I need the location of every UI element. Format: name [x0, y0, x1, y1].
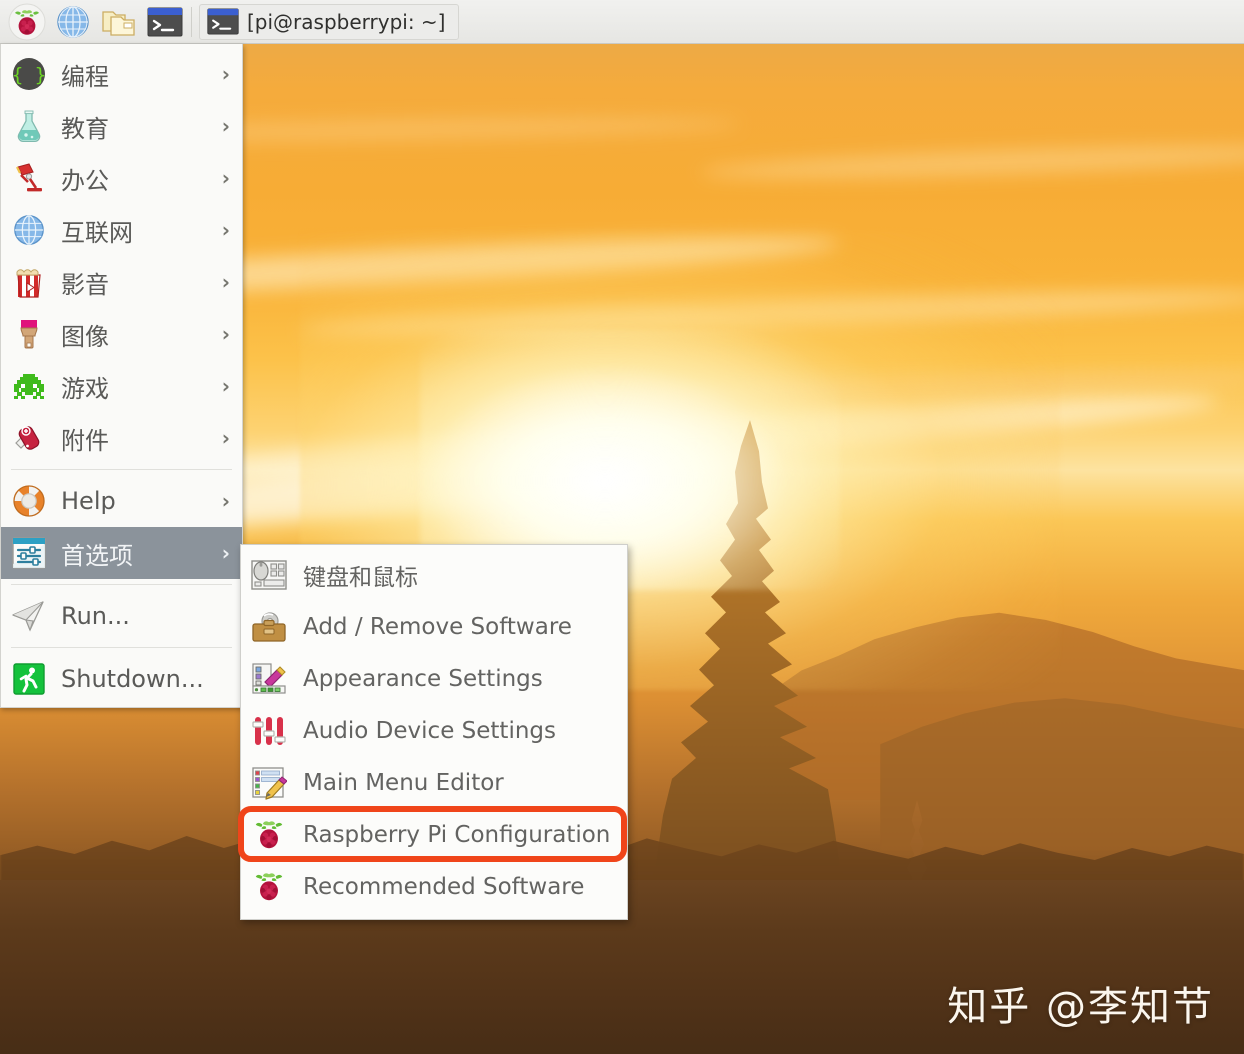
taskbar: [pi@raspberrypi: ~] — [0, 0, 1244, 44]
menu-item-internet[interactable]: 互联网 › — [1, 204, 242, 256]
terminal-icon[interactable] — [142, 2, 188, 42]
submenu-item-recommended-software[interactable]: Recommended Software — [241, 861, 627, 913]
raspberry-icon — [249, 815, 289, 855]
menu-item-label: Help — [61, 487, 116, 515]
appearance-settings-icon — [249, 659, 289, 699]
main-menu: { } 编程 › 教育 › 办公 › 互联网 › 影音 › 图像 › 游戏 › … — [0, 44, 243, 708]
menu-item-education[interactable]: 教育 › — [1, 100, 242, 152]
window-task-button[interactable]: [pi@raspberrypi: ~] — [199, 3, 459, 40]
chevron-right-icon: › — [221, 322, 230, 346]
chevron-right-icon: › — [221, 270, 230, 294]
submenu-item-keyboard-mouse[interactable]: 键盘和鼠标 — [241, 549, 627, 601]
menu-separator — [11, 647, 232, 648]
menu-item-label: 图像 — [61, 322, 109, 351]
menu-item-office[interactable]: 办公 › — [1, 152, 242, 204]
programming-icon: { } — [9, 54, 49, 94]
raspberry-menu-icon[interactable] — [4, 2, 50, 42]
submenu-item-label: Recommended Software — [303, 874, 585, 900]
taskbar-separator — [191, 6, 192, 37]
chevron-right-icon: › — [221, 426, 230, 450]
menu-item-label: 附件 — [61, 426, 109, 455]
submenu-item-label: Appearance Settings — [303, 666, 543, 692]
preferences-icon — [9, 533, 49, 573]
office-icon — [9, 158, 49, 198]
add-remove-software-icon — [249, 607, 289, 647]
shutdown-icon — [9, 659, 49, 699]
help-icon — [9, 481, 49, 521]
chevron-right-icon: › — [221, 166, 230, 190]
main-menu-editor-icon — [249, 763, 289, 803]
chevron-right-icon: › — [221, 374, 230, 398]
menu-item-programming[interactable]: { } 编程 › — [1, 48, 242, 100]
menu-separator — [11, 469, 232, 470]
menu-item-accessories[interactable]: 附件 › — [1, 412, 242, 464]
chevron-right-icon: › — [221, 218, 230, 242]
menu-item-label: 首选项 — [61, 541, 133, 570]
submenu-item-label: Audio Device Settings — [303, 718, 556, 744]
audio-device-icon — [249, 711, 289, 751]
desktop-screen: [pi@raspberrypi: ~] { } 编程 › 教育 › 办公 › 互… — [0, 0, 1244, 1054]
submenu-item-label: Raspberry Pi Configuration — [303, 822, 611, 848]
submenu-item-label: Main Menu Editor — [303, 770, 504, 796]
menu-item-shutdown[interactable]: Shutdown... — [1, 653, 242, 705]
menu-item-media[interactable]: 影音 › — [1, 256, 242, 308]
submenu-item-label: Add / Remove Software — [303, 614, 572, 640]
games-icon — [9, 366, 49, 406]
menu-item-graphics[interactable]: 图像 › — [1, 308, 242, 360]
menu-item-label: 编程 — [61, 62, 109, 91]
submenu-item-add-remove-software[interactable]: Add / Remove Software — [241, 601, 627, 653]
file-manager-icon[interactable] — [96, 2, 142, 42]
submenu-item-audio-device-settings[interactable]: Audio Device Settings — [241, 705, 627, 757]
chevron-right-icon: › — [221, 114, 230, 138]
menu-item-games[interactable]: 游戏 › — [1, 360, 242, 412]
preferences-submenu: 键盘和鼠标 Add / Remove Software Appearance S… — [240, 544, 628, 920]
internet-icon — [9, 210, 49, 250]
run-icon — [9, 596, 49, 636]
menu-item-label: 互联网 — [61, 218, 133, 247]
keyboard-mouse-icon — [249, 555, 289, 595]
education-icon — [9, 106, 49, 146]
menu-item-preferences[interactable]: 首选项 › — [1, 527, 242, 579]
raspberry-icon — [249, 867, 289, 907]
menu-item-help[interactable]: Help › — [1, 475, 242, 527]
window-task-title: [pi@raspberrypi: ~] — [247, 9, 446, 34]
menu-item-label: 办公 — [61, 166, 109, 195]
terminal-icon — [207, 8, 239, 35]
menu-item-label: 游戏 — [61, 374, 109, 403]
media-icon — [9, 262, 49, 302]
accessories-icon — [9, 418, 49, 458]
menu-item-label: 教育 — [61, 114, 109, 143]
submenu-item-raspberry-pi-configuration[interactable]: Raspberry Pi Configuration — [241, 809, 627, 861]
svg-text:{ }: { } — [12, 64, 46, 86]
menu-item-label: 影音 — [61, 270, 109, 299]
submenu-item-main-menu-editor[interactable]: Main Menu Editor — [241, 757, 627, 809]
chevron-right-icon: › — [221, 541, 230, 565]
submenu-item-appearance-settings[interactable]: Appearance Settings — [241, 653, 627, 705]
menu-separator — [11, 584, 232, 585]
web-browser-icon[interactable] — [50, 2, 96, 42]
menu-item-label: Shutdown... — [61, 665, 204, 693]
menu-item-run[interactable]: Run... — [1, 590, 242, 642]
chevron-right-icon: › — [221, 62, 230, 86]
chevron-right-icon: › — [221, 489, 230, 513]
menu-item-label: Run... — [61, 602, 130, 630]
submenu-item-label: 键盘和鼠标 — [303, 565, 418, 591]
watermark: 知乎 @李知节 — [947, 984, 1214, 1030]
graphics-icon — [9, 314, 49, 354]
